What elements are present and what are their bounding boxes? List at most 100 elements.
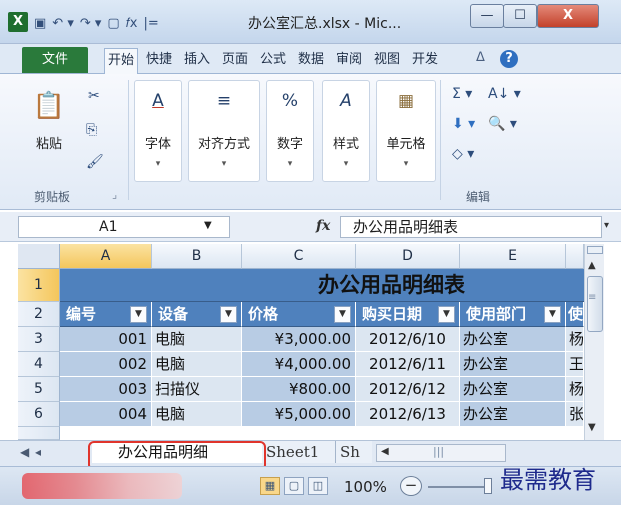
save-icon[interactable]: ▣ bbox=[34, 16, 46, 31]
cell-user[interactable]: 张 bbox=[566, 402, 584, 427]
font-group-button[interactable]: A 字体 ▾ bbox=[134, 80, 182, 182]
page-layout-view-button[interactable]: ▢ bbox=[284, 477, 304, 495]
select-all-corner[interactable] bbox=[18, 244, 60, 269]
cell-user[interactable]: 杨 bbox=[566, 327, 584, 352]
tab-review[interactable]: 审阅 bbox=[332, 48, 366, 74]
new-document-icon[interactable]: ▢ bbox=[107, 16, 119, 31]
sheet-nav-buttons[interactable]: ◀ ◂ bbox=[20, 445, 42, 459]
cells-group-button[interactable]: ▦ 单元格 ▾ bbox=[376, 80, 436, 182]
filter-dropdown-icon[interactable]: ▼ bbox=[220, 306, 237, 323]
header-cell-device[interactable]: 设备 ▼ bbox=[152, 302, 242, 327]
cell-id[interactable]: 003 bbox=[60, 377, 152, 402]
header-cell-price[interactable]: 价格 ▼ bbox=[242, 302, 356, 327]
header-cell-date[interactable]: 购买日期 ▼ bbox=[356, 302, 460, 327]
expand-formula-icon[interactable]: ▾ bbox=[604, 220, 609, 231]
autosum-icon[interactable]: Σ ▾ bbox=[452, 86, 472, 102]
filter-dropdown-icon[interactable]: ▼ bbox=[130, 306, 147, 323]
cell-user[interactable]: 王 bbox=[566, 352, 584, 377]
header-cell-department[interactable]: 使用部门 ▼ bbox=[460, 302, 566, 327]
column-header-a[interactable]: A bbox=[60, 244, 152, 269]
number-group-button[interactable]: % 数字 ▾ bbox=[266, 80, 314, 182]
tab-shortcuts[interactable]: 快捷 bbox=[142, 48, 176, 74]
header-cell-user[interactable]: 使 bbox=[566, 302, 584, 327]
tab-developer[interactable]: 开发 bbox=[408, 48, 442, 74]
tab-insert[interactable]: 插入 bbox=[180, 48, 214, 74]
name-box[interactable]: A1 bbox=[18, 216, 230, 238]
cell-department[interactable]: 办公室 bbox=[460, 377, 566, 402]
zoom-out-button[interactable]: − bbox=[400, 476, 422, 496]
tab-page-layout[interactable]: 页面 bbox=[218, 48, 252, 74]
cell-date[interactable]: 2012/6/10 bbox=[356, 327, 460, 352]
column-header-e[interactable]: E bbox=[460, 244, 566, 269]
column-header-d[interactable]: D bbox=[356, 244, 460, 269]
cell-device[interactable]: 电脑 bbox=[152, 402, 242, 427]
filter-dropdown-icon[interactable]: ▼ bbox=[334, 306, 351, 323]
cell-device[interactable]: 电脑 bbox=[152, 327, 242, 352]
row-header-7[interactable] bbox=[18, 427, 60, 440]
cell-price[interactable]: ¥5,000.00 bbox=[242, 402, 356, 427]
table-title-cell[interactable]: 办公用品明细表 bbox=[60, 269, 584, 302]
dialog-launcher-icon[interactable]: ⌟ bbox=[112, 188, 117, 201]
function-icon[interactable]: 𝑓x bbox=[126, 16, 138, 31]
zoom-slider-track[interactable] bbox=[428, 486, 488, 488]
cell-user[interactable]: 杨 bbox=[566, 377, 584, 402]
maximize-button[interactable]: ☐ bbox=[503, 4, 537, 28]
column-header-c[interactable]: C bbox=[242, 244, 356, 269]
cell-price[interactable]: ¥3,000.00 bbox=[242, 327, 356, 352]
formula-input[interactable]: 办公用品明细表 bbox=[340, 216, 602, 238]
redo-icon[interactable]: ↷ ▾ bbox=[80, 16, 102, 31]
cell-price[interactable]: ¥800.00 bbox=[242, 377, 356, 402]
zoom-level[interactable]: 100% bbox=[344, 478, 387, 496]
insert-function-icon[interactable]: fx bbox=[316, 218, 330, 234]
tab-home[interactable]: 开始 bbox=[104, 48, 138, 74]
cell-department[interactable]: 办公室 bbox=[460, 352, 566, 377]
tab-view[interactable]: 视图 bbox=[370, 48, 404, 74]
copy-icon[interactable]: ⎘ bbox=[86, 122, 97, 138]
undo-icon[interactable]: ↶ ▾ bbox=[52, 16, 74, 31]
cell-device[interactable]: 电脑 bbox=[152, 352, 242, 377]
clear-icon[interactable]: ◇ ▾ bbox=[452, 146, 474, 162]
paste-button[interactable]: 📋 粘贴 bbox=[22, 80, 76, 182]
filter-dropdown-icon[interactable]: ▼ bbox=[438, 306, 455, 323]
cell-id[interactable]: 004 bbox=[60, 402, 152, 427]
row-header-3[interactable]: 3 bbox=[18, 327, 60, 352]
close-button[interactable]: X bbox=[537, 4, 599, 28]
row-header-5[interactable]: 5 bbox=[18, 377, 60, 402]
scroll-up-icon[interactable]: ▲ bbox=[588, 260, 596, 271]
filter-dropdown-icon[interactable]: ▼ bbox=[544, 306, 561, 323]
minimize-button[interactable]: — bbox=[470, 4, 504, 28]
cell-price[interactable]: ¥4,000.00 bbox=[242, 352, 356, 377]
row-header-1[interactable]: 1 bbox=[18, 269, 60, 302]
split-handle[interactable] bbox=[587, 246, 603, 254]
sheet-tab-sheet1[interactable]: Sheet1 bbox=[262, 441, 336, 463]
zoom-slider-thumb[interactable] bbox=[484, 478, 492, 494]
tab-formulas[interactable]: 公式 bbox=[256, 48, 290, 74]
horizontal-scrollbar[interactable]: ◀ ||| bbox=[376, 444, 506, 462]
cell-date[interactable]: 2012/6/13 bbox=[356, 402, 460, 427]
chevron-down-icon[interactable]: ▼ bbox=[204, 220, 212, 231]
find-select-icon[interactable]: 🔍 ▾ bbox=[488, 116, 517, 132]
fill-icon[interactable]: ⬇ ▾ bbox=[452, 116, 475, 132]
help-icon[interactable]: ? bbox=[500, 50, 518, 68]
vertical-scrollbar[interactable]: ▲ ≡ ▼ bbox=[584, 244, 604, 440]
cell-department[interactable]: 办公室 bbox=[460, 327, 566, 352]
sheet-tab-office-supplies[interactable]: 办公用品明细 bbox=[92, 441, 264, 463]
row-header-4[interactable]: 4 bbox=[18, 352, 60, 377]
styles-group-button[interactable]: A 样式 ▾ bbox=[322, 80, 370, 182]
row-header-6[interactable]: 6 bbox=[18, 402, 60, 427]
column-header-f[interactable] bbox=[566, 244, 584, 269]
scroll-thumb[interactable] bbox=[587, 276, 603, 332]
tab-file[interactable]: 文件 bbox=[22, 47, 88, 73]
collapse-ribbon-icon[interactable]: ᐃ bbox=[476, 50, 485, 65]
normal-view-button[interactable]: ▦ bbox=[260, 477, 280, 495]
scroll-left-icon[interactable]: ◀ bbox=[381, 446, 389, 457]
header-cell-id[interactable]: 编号 ▼ bbox=[60, 302, 152, 327]
cell-device[interactable]: 扫描仪 bbox=[152, 377, 242, 402]
row-header-2[interactable]: 2 bbox=[18, 302, 60, 327]
sheet-tab-sheet2[interactable]: Sh bbox=[336, 441, 372, 463]
column-header-b[interactable]: B bbox=[152, 244, 242, 269]
tab-data[interactable]: 数据 bbox=[294, 48, 328, 74]
cell-date[interactable]: 2012/6/11 bbox=[356, 352, 460, 377]
page-break-view-button[interactable]: ◫ bbox=[308, 477, 328, 495]
cut-icon[interactable]: ✂ bbox=[88, 88, 100, 104]
